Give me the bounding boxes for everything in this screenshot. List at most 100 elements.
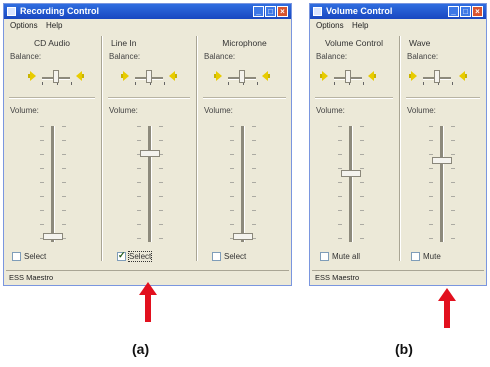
mute-checkbox[interactable]: Mute: [411, 252, 441, 262]
volume-slider[interactable]: [310, 126, 398, 242]
balance-thumb[interactable]: [53, 70, 59, 83]
balance-slider[interactable]: [103, 67, 195, 89]
window-title: Recording Control: [20, 6, 99, 16]
balance-thumb[interactable]: [434, 70, 440, 83]
maximize-icon[interactable]: □: [265, 6, 276, 17]
speaker-left-icon: [409, 71, 417, 81]
select-checkbox[interactable]: Select: [212, 252, 247, 262]
menu-options[interactable]: Options: [10, 21, 38, 30]
title-bar[interactable]: Volume Control _ □ ×: [310, 4, 486, 19]
panel-divider: [101, 36, 102, 261]
minimize-icon[interactable]: _: [448, 6, 459, 17]
channel-title: CD Audio: [34, 38, 70, 48]
checkbox-label: Mute: [423, 252, 441, 262]
checkbox-label: Mute all: [332, 252, 361, 262]
checkbox-box[interactable]: [212, 252, 221, 262]
volume-label: Volume:: [109, 106, 138, 115]
caption-b: (b): [395, 341, 413, 357]
divider: [203, 97, 286, 99]
balance-label: Balance:: [10, 52, 42, 61]
status-text: ESS Maestro: [9, 273, 54, 282]
status-text: ESS Maestro: [315, 273, 360, 282]
balance-thumb[interactable]: [345, 70, 351, 83]
speaker-right-icon: [169, 71, 177, 81]
mute-all-checkbox[interactable]: Mute all: [320, 252, 361, 262]
balance-thumb[interactable]: [239, 70, 245, 83]
panel-divider: [196, 36, 197, 261]
status-bar: ESS Maestro: [312, 270, 484, 283]
balance-label: Balance:: [109, 52, 141, 61]
red-arrow-b: [438, 288, 456, 328]
balance-slider[interactable]: [310, 67, 398, 89]
channel-microphone: Microphone Balance: Volume: Select: [198, 36, 291, 262]
checkbox-label: Select: [127, 251, 153, 263]
speaker-right-icon: [76, 71, 84, 81]
caption-a: (a): [132, 341, 150, 357]
speaker-left-icon: [121, 71, 129, 81]
menu-help[interactable]: Help: [352, 21, 368, 30]
select-checkbox[interactable]: Select: [12, 252, 47, 262]
checkbox-label: Select: [224, 252, 247, 262]
volume-slider[interactable]: [4, 126, 100, 242]
close-icon[interactable]: ×: [472, 6, 483, 17]
channel-title: Wave: [409, 38, 431, 48]
checkbox-label: Select: [24, 252, 47, 262]
volume-thumb[interactable]: [341, 170, 361, 177]
menu-bar: Options Help: [4, 20, 291, 32]
menu-options[interactable]: Options: [316, 21, 344, 30]
volume-label: Volume:: [10, 106, 39, 115]
channel-wave: Wave Balance: Volume: Mute: [401, 36, 485, 262]
volume-thumb[interactable]: [43, 233, 63, 240]
speaker-left-icon: [214, 71, 222, 81]
panel-divider: [399, 36, 400, 261]
menu-bar: Options Help: [310, 20, 486, 32]
channel-line-in: Line In Balance: Volume: Select: [103, 36, 195, 263]
balance-label: Balance:: [316, 52, 348, 61]
checkbox-box[interactable]: [411, 252, 420, 262]
checkbox-box[interactable]: [12, 252, 21, 262]
speaker-right-icon: [368, 71, 376, 81]
volume-control-window: Volume Control _ □ × Options Help Volume…: [309, 3, 487, 286]
volume-slider[interactable]: [401, 126, 485, 242]
divider: [406, 97, 480, 99]
checkbox-box[interactable]: [117, 250, 126, 262]
title-bar[interactable]: Recording Control _ □ ×: [4, 4, 291, 19]
volume-thumb[interactable]: [233, 233, 253, 240]
channel-title: Microphone: [222, 38, 267, 48]
balance-slider[interactable]: [401, 67, 485, 89]
speaker-left-icon: [28, 71, 36, 81]
balance-slider[interactable]: [198, 67, 291, 89]
window-title: Volume Control: [326, 6, 393, 16]
speaker-left-icon: [320, 71, 328, 81]
menu-help[interactable]: Help: [46, 21, 62, 30]
app-icon: [7, 7, 16, 16]
volume-slider[interactable]: [198, 126, 291, 242]
close-icon[interactable]: ×: [277, 6, 288, 17]
volume-label: Volume:: [204, 106, 233, 115]
divider: [108, 97, 190, 99]
recording-control-window: Recording Control _ □ × Options Help CD …: [3, 3, 292, 286]
speaker-right-icon: [459, 71, 467, 81]
balance-label: Balance:: [204, 52, 236, 61]
speaker-right-icon: [262, 71, 270, 81]
channel-volume-control: Volume Control Balance: Volume: Mute all: [310, 36, 398, 262]
balance-slider[interactable]: [4, 67, 100, 89]
divider: [315, 97, 393, 99]
channel-cd-audio: CD Audio Balance: Volume: Select: [4, 36, 100, 262]
maximize-icon[interactable]: □: [460, 6, 471, 17]
channel-title: Volume Control: [324, 38, 384, 48]
app-icon: [313, 7, 322, 16]
checkbox-box[interactable]: [320, 252, 329, 262]
volume-thumb[interactable]: [140, 150, 160, 157]
red-arrow-a: [139, 282, 157, 322]
volume-label: Volume:: [407, 106, 436, 115]
volume-label: Volume:: [316, 106, 345, 115]
divider: [9, 97, 95, 99]
balance-thumb[interactable]: [146, 70, 152, 83]
volume-thumb[interactable]: [432, 157, 452, 164]
minimize-icon[interactable]: _: [253, 6, 264, 17]
volume-slider[interactable]: [103, 126, 195, 242]
select-checkbox[interactable]: Select: [117, 250, 153, 263]
channel-title: Line In: [111, 38, 137, 48]
balance-label: Balance:: [407, 52, 439, 61]
